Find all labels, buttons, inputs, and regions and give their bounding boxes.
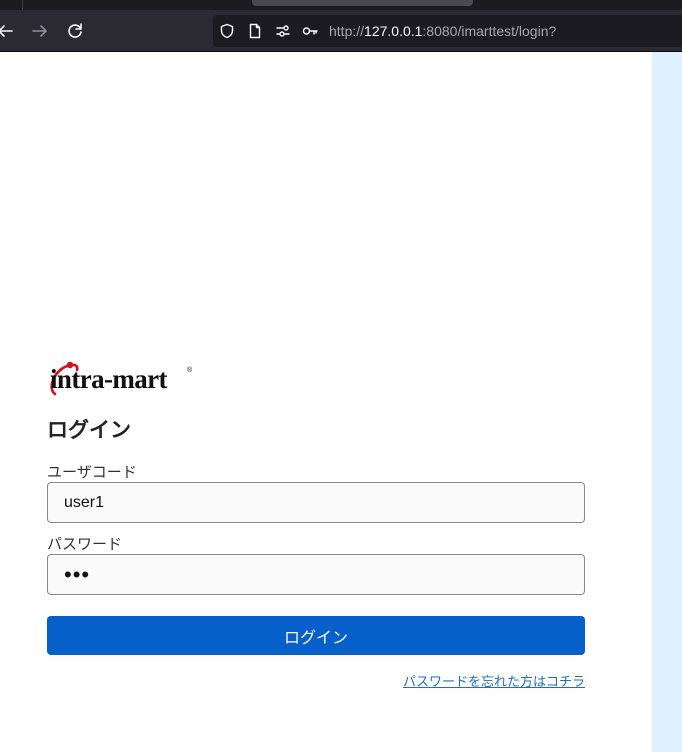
url-text[interactable]: http://127.0.0.1:8080/imarttest/login?: [329, 22, 556, 40]
permissions-icon[interactable]: [275, 23, 291, 39]
page-icon[interactable]: [247, 23, 263, 39]
active-tab[interactable]: [252, 0, 473, 6]
password-input[interactable]: [47, 554, 585, 595]
tab-strip: [0, 0, 682, 10]
user-code-input[interactable]: [47, 482, 585, 523]
shield-icon[interactable]: [219, 23, 235, 39]
page-title: ログイン: [47, 418, 131, 442]
forward-icon[interactable]: [29, 20, 51, 42]
intra-mart-logo: intra-mart ®: [47, 358, 197, 400]
tab-separator: [22, 0, 23, 10]
password-label: パスワード: [47, 535, 123, 553]
reload-icon[interactable]: [64, 20, 86, 42]
registered-mark: ®: [187, 367, 192, 374]
logo-text: intra-mart: [50, 364, 168, 394]
url-prefix: http://: [329, 23, 365, 39]
key-icon[interactable]: [302, 23, 318, 39]
url-path: :8080/imarttest/login?: [422, 23, 557, 39]
side-panel: [652, 52, 682, 752]
forgot-password-link[interactable]: パスワードを忘れた方はコチラ: [403, 671, 585, 690]
login-button[interactable]: ログイン: [47, 616, 585, 655]
url-host: 127.0.0.1: [364, 23, 423, 39]
user-code-label: ユーザコード: [47, 463, 137, 481]
address-bar[interactable]: http://127.0.0.1:8080/imarttest/login?: [213, 15, 682, 47]
back-icon[interactable]: [0, 20, 16, 42]
browser-toolbar: http://127.0.0.1:8080/imarttest/login?: [0, 10, 682, 52]
